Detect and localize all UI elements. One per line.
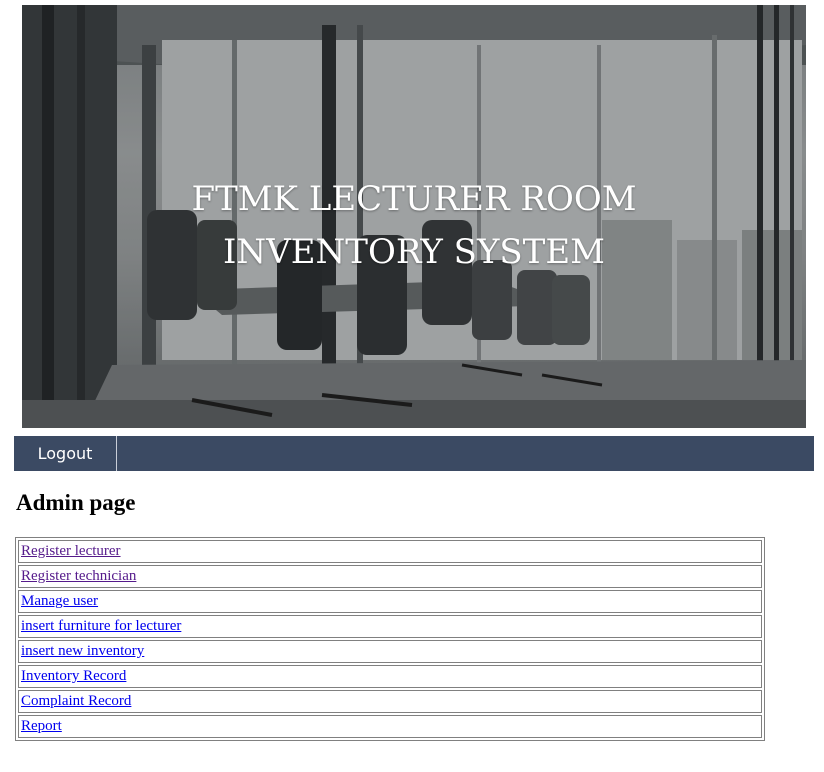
menu-row: insert furniture for lecturer [18, 615, 762, 638]
report-link[interactable]: Report [21, 718, 62, 734]
banner-title: FTMK LECTURER ROOM INVENTORY SYSTEM [22, 173, 806, 279]
menu-cell: Report [18, 715, 762, 738]
manage-user-link[interactable]: Manage user [21, 593, 98, 609]
page-title: Admin page [16, 490, 136, 515]
menu-cell: Inventory Record [18, 665, 762, 688]
menu-row: Complaint Record [18, 690, 762, 713]
menu-row: insert new inventory [18, 640, 762, 663]
menu-cell: insert new inventory [18, 640, 762, 663]
menu-cell: Register technician [18, 565, 762, 588]
menu-row: Manage user [18, 590, 762, 613]
page: FTMK LECTURER ROOM INVENTORY SYSTEM Logo… [0, 0, 824, 772]
menu-row: Inventory Record [18, 665, 762, 688]
inventory-record-link[interactable]: Inventory Record [21, 668, 126, 684]
complaint-record-link[interactable]: Complaint Record [21, 693, 131, 709]
menu-cell: insert furniture for lecturer [18, 615, 762, 638]
register-technician-link[interactable]: Register technician [21, 568, 136, 584]
banner-title-line-1: FTMK LECTURER ROOM [191, 179, 637, 219]
banner-title-line-2: INVENTORY SYSTEM [222, 232, 605, 272]
insert-furniture-link[interactable]: insert furniture for lecturer [21, 618, 181, 634]
menu-row: Register lecturer [18, 540, 762, 563]
header-banner: FTMK LECTURER ROOM INVENTORY SYSTEM [22, 5, 806, 428]
menu-cell: Complaint Record [18, 690, 762, 713]
menu-cell: Manage user [18, 590, 762, 613]
menu-row: Register technician [18, 565, 762, 588]
logout-button[interactable]: Logout [14, 436, 117, 471]
insert-inventory-link[interactable]: insert new inventory [21, 643, 144, 659]
menu-cell: Register lecturer [18, 540, 762, 563]
menu-row: Report [18, 715, 762, 738]
top-navbar: Logout [14, 436, 814, 471]
register-lecturer-link[interactable]: Register lecturer [21, 543, 121, 559]
admin-menu-table: Register lecturer Register technician Ma… [15, 537, 765, 741]
